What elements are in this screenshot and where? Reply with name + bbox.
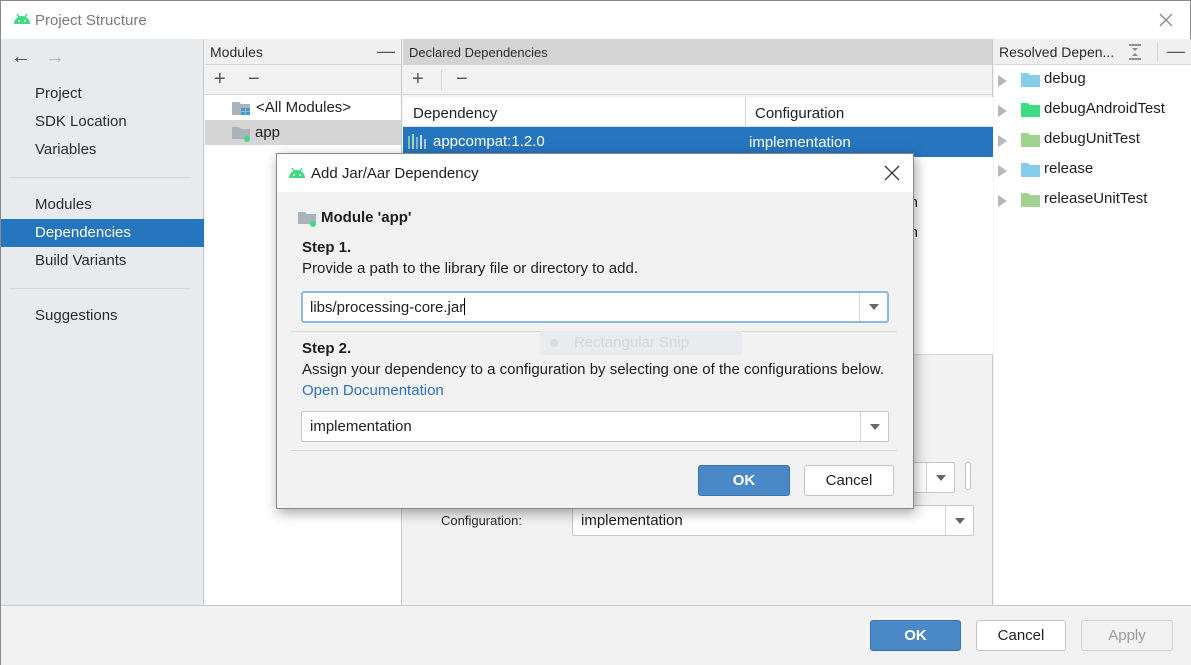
configuration-select[interactable]: implementation <box>572 505 974 536</box>
step1-description: Provide a path to the library file or di… <box>302 260 639 277</box>
folder-icon <box>1021 133 1040 147</box>
column-configuration[interactable]: Configuration <box>755 105 844 122</box>
snip-dot-icon <box>550 339 558 347</box>
expand-triangle-icon[interactable] <box>998 195 1007 207</box>
remove-module-button[interactable]: − <box>248 68 260 90</box>
add-module-button[interactable]: + <box>214 68 226 90</box>
android-icon <box>14 13 30 24</box>
sidebar-item-suggestions[interactable]: Suggestions <box>1 302 204 330</box>
dialog-cancel-button[interactable]: Cancel <box>804 465 894 496</box>
add-dependency-button[interactable]: + <box>412 68 424 90</box>
sidebar-item-sdk-location[interactable]: SDK Location <box>1 108 204 136</box>
close-icon[interactable] <box>1156 10 1176 30</box>
chevron-down-icon[interactable] <box>945 506 973 535</box>
android-icon <box>289 167 305 178</box>
module-item-all[interactable]: <All Modules> <box>205 95 401 120</box>
step2-title: Step 2. <box>302 340 352 357</box>
sidebar-item-project[interactable]: Project <box>1 80 204 108</box>
dependency-configuration: implementation <box>749 134 851 151</box>
sidebar-item-variables[interactable]: Variables <box>1 136 204 164</box>
rectangular-snip-overlay: Rectangular Snip <box>540 331 742 355</box>
expand-triangle-icon[interactable] <box>998 135 1007 147</box>
column-divider[interactable] <box>745 97 746 127</box>
toolbar-divider <box>441 70 442 90</box>
scrollbar-thumb[interactable] <box>965 462 971 490</box>
dialog-divider <box>291 450 897 451</box>
resolved-header: Resolved Depen... — <box>994 39 1191 65</box>
expand-triangle-icon[interactable] <box>998 165 1007 177</box>
remove-dependency-button[interactable]: − <box>456 68 468 90</box>
chevron-down-icon[interactable] <box>860 412 888 441</box>
column-dependency[interactable]: Dependency <box>413 105 497 122</box>
resolved-tree: debug debugAndroidTest debugUnitTest releas… <box>994 65 1191 215</box>
chevron-down-icon[interactable] <box>926 463 954 492</box>
footer: OK Cancel Apply <box>1 605 1191 665</box>
all-modules-folder-icon <box>232 102 250 115</box>
history-nav: ← → <box>11 47 65 67</box>
declared-toolbar: + − <box>403 65 992 95</box>
table-header: Dependency Configuration <box>403 97 993 127</box>
resolved-item-release[interactable]: release <box>994 155 1191 185</box>
module-item-app[interactable]: app <box>205 120 401 145</box>
resolved-header-label: Resolved Depen... <box>999 44 1115 60</box>
dependency-name: appcompat:1.2.0 <box>433 133 545 150</box>
modules-toolbar: + − <box>205 65 401 95</box>
library-path-input[interactable]: libs/processing-core.jar <box>301 291 889 323</box>
dialog-title: Add Jar/Aar Dependency <box>311 165 479 182</box>
resolved-dependencies-panel: Resolved Depen... — debug debugAndroidTes… <box>994 39 1191 605</box>
sidebar-divider <box>9 177 191 178</box>
collapse-modules-icon[interactable]: — <box>377 41 395 62</box>
step2-description: Assign your dependency to a configuratio… <box>302 361 885 378</box>
dialog-configuration-select[interactable]: implementation <box>301 411 889 442</box>
cancel-button[interactable]: Cancel <box>976 620 1066 651</box>
sidebar: ← → Project SDK Location Variables Modul… <box>1 39 204 605</box>
back-arrow-icon[interactable]: ← <box>11 47 31 67</box>
ok-button[interactable]: OK <box>870 620 961 651</box>
sidebar-item-modules[interactable]: Modules <box>1 191 204 219</box>
collapse-resolved-icon[interactable]: — <box>1167 41 1185 62</box>
dialog-title-bar: Add Jar/Aar Dependency <box>277 154 913 192</box>
collapse-all-icon[interactable] <box>1127 44 1143 60</box>
apply-button[interactable]: Apply <box>1081 620 1173 651</box>
resolved-item-debug-unit-test[interactable]: debugUnitTest <box>994 125 1191 155</box>
folder-icon <box>1021 73 1040 87</box>
sidebar-divider <box>9 288 191 289</box>
dialog-ok-button[interactable]: OK <box>698 465 790 496</box>
expand-triangle-icon[interactable] <box>998 75 1007 87</box>
text-caret <box>464 298 466 315</box>
configuration-label: Configuration: <box>441 513 522 528</box>
sidebar-item-build-variants[interactable]: Build Variants <box>1 247 204 275</box>
window-title: Project Structure <box>35 12 147 29</box>
library-path-value: libs/processing-core.jar <box>310 299 465 316</box>
resolved-item-release-unit-test[interactable]: releaseUnitTest <box>994 185 1191 215</box>
header-divider <box>1157 42 1158 62</box>
add-jar-dependency-dialog: Add Jar/Aar Dependency Module 'app' Step… <box>276 153 914 509</box>
declared-header: Declared Dependencies <box>403 39 992 65</box>
resolved-item-debug[interactable]: debug <box>994 65 1191 95</box>
module-folder-icon <box>232 127 250 142</box>
title-bar: Project Structure <box>1 1 1190 39</box>
folder-icon <box>1021 193 1040 207</box>
forward-arrow-icon[interactable]: → <box>45 47 65 67</box>
dialog-close-icon[interactable] <box>883 164 901 182</box>
module-folder-icon <box>298 212 316 227</box>
step1-title: Step 1. <box>302 239 352 256</box>
chevron-down-icon[interactable] <box>859 293 887 321</box>
expand-triangle-icon[interactable] <box>998 105 1007 117</box>
modules-header: Modules — <box>205 39 401 65</box>
folder-icon <box>1021 163 1040 177</box>
declared-header-label: Declared Dependencies <box>409 45 548 60</box>
folder-icon <box>1021 103 1040 117</box>
modules-header-label: Modules <box>210 44 263 60</box>
resolved-item-debug-android-test[interactable]: debugAndroidTest <box>994 95 1191 125</box>
library-icon <box>408 134 426 149</box>
open-documentation-link[interactable]: Open Documentation <box>302 382 444 399</box>
sidebar-item-dependencies[interactable]: Dependencies <box>1 219 204 247</box>
